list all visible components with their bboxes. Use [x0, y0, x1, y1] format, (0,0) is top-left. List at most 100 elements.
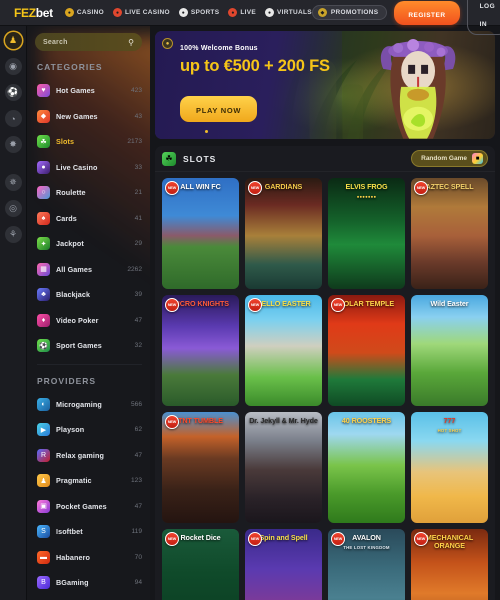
sidebar-item-label: Relax gaming [56, 450, 104, 460]
sidebar-item-blackjack[interactable]: ♣ Blackjack 39 [27, 282, 150, 308]
logo-fez: FEZ [14, 5, 36, 20]
nav-item-virtuals[interactable]: ● VIRTUALS [265, 8, 312, 17]
login-label: LOG IN [479, 2, 496, 28]
nav-item-label: VIRTUALS [277, 9, 312, 16]
sidebar-item-all-games[interactable]: ▦ All Games 2262 [27, 257, 150, 283]
sidebar-item-sport-games[interactable]: ⚽ Sport Games 32 [27, 333, 150, 359]
sidebar-item-count: 21 [134, 189, 142, 197]
sidebar-item-roulette[interactable]: ○ Roulette 21 [27, 180, 150, 206]
game-thumbnail [328, 412, 405, 524]
categories-list: ♥ Hot Games 423 ◆ New Games 43 ☘ Slots 2173 ● Live… [27, 78, 150, 359]
tournaments-rail-icon[interactable]: ✵ [4, 174, 22, 191]
nav-item-label: LIVE CASINO [124, 9, 170, 16]
sidebar-item-new-games[interactable]: ◆ New Games 43 [27, 104, 150, 130]
game-subtitle: ●●●●●●● [356, 194, 377, 199]
nav-item-label: SPORTS [190, 9, 220, 16]
sidebar-item-playson[interactable]: ▶ Playson 62 [27, 417, 150, 443]
new-badge: NEW [248, 298, 262, 313]
login-button[interactable]: LOG IN [466, 0, 500, 35]
play-now-button[interactable]: PLAY NOW [180, 96, 258, 122]
game-tile-aztec-spell[interactable]: NEW AZTEC SPELL [411, 178, 488, 290]
bgaming-icon: B [37, 576, 50, 590]
sports-rail-icon[interactable]: ⚽ [4, 84, 22, 101]
random-game-button[interactable]: Random Game ■ [411, 150, 488, 167]
game-tile-dr-jekyll-mr-hyde[interactable]: Dr. Jekyll & Mr. Hyde [245, 412, 322, 524]
jackpot-icon: ✦ [37, 237, 50, 251]
game-tile-avalon-lost-kingdom[interactable]: NEW AVALON THE LOST KINGDOM [328, 529, 405, 600]
promo-banner[interactable]: ● 100% Welcome Bonus up to €500 + 200 FS… [155, 31, 495, 139]
random-game-label: Random Game [421, 155, 467, 162]
casino-chip-icon: ● [64, 8, 74, 17]
new-games-icon: ◆ [37, 109, 50, 123]
sidebar-item-cards[interactable]: ♠ Cards 41 [27, 206, 150, 232]
nav-item-live-casino[interactable]: ● LIVE CASINO [112, 8, 170, 17]
live-dot-icon: ● [228, 8, 238, 17]
game-tile-all-win-fc[interactable]: NEW ALL WIN FC [162, 178, 239, 290]
support-rail-icon[interactable]: ⚘ [4, 226, 22, 243]
game-tile-hello-easter[interactable]: NEW HELLO EASTER [245, 295, 322, 407]
banner-text: 100% Welcome Bonus up to €500 + 200 FS [180, 45, 330, 76]
sidebar-item-slots[interactable]: ☘ Slots 2173 [27, 129, 150, 155]
search-input[interactable]: Search ⚲ [35, 33, 142, 51]
sidebar-item-pocket-games[interactable]: ▣ Pocket Games 47 [27, 494, 150, 520]
header-actions: ◆ PROMOTIONS REGISTER LOG IN [311, 0, 500, 35]
hot-games-icon: ♥ [37, 84, 50, 98]
game-tile-40-roosters[interactable]: 40 ROOSTERS [328, 412, 405, 524]
sidebar-item-habanero[interactable]: ▬ Habanero 70 [27, 545, 150, 571]
new-badge: NEW [165, 298, 179, 313]
sidebar-item-isoftbet[interactable]: S Isoftbet 119 [27, 519, 150, 545]
sidebar-item-pragmatic[interactable]: ♟ Pragmatic 123 [27, 468, 150, 494]
icon-rail: ♟ ◉ ⚽ ◔ ✸ ✵ ◎ ⚘ [0, 26, 27, 600]
nav-item-live[interactable]: ● LIVE [228, 8, 256, 17]
register-button[interactable]: REGISTER [394, 0, 460, 25]
providers-list: ◐ Microgaming 566 ▶ Playson 62 R Relax gaming 47… [27, 392, 150, 596]
nav-item-casino[interactable]: ● CASINO [64, 8, 104, 17]
sidebar-item-label: Jackpot [56, 239, 84, 249]
sidebar-item-count: 33 [134, 163, 142, 171]
game-tile-rocket-dice[interactable]: NEW Rocket Dice [162, 529, 239, 600]
sidebar-item-count: 423 [130, 87, 142, 95]
sidebar-item-hot-games[interactable]: ♥ Hot Games 423 [27, 78, 150, 104]
sidebar-item-jackpot[interactable]: ✦ Jackpot 29 [27, 231, 150, 257]
sidebar-item-label: Hot Games [56, 86, 95, 96]
sidebar-item-count: 566 [130, 400, 142, 408]
game-tile-solar-temple[interactable]: NEW SOLAR TEMPLE [328, 295, 405, 407]
sidebar-item-count: 2173 [127, 138, 142, 146]
sidebar-item-video-poker[interactable]: ♦ Video Poker 47 [27, 308, 150, 334]
game-tile-gardians[interactable]: NEW GARDIANS [245, 178, 322, 290]
sidebar-item-live-casino[interactable]: ● Live Casino 33 [27, 155, 150, 181]
site-logo[interactable]: FEZbet [14, 6, 53, 20]
game-tile-mechanical-orange[interactable]: NEW MECHANICAL ORANGE [411, 529, 488, 600]
virtuals-rail-icon[interactable]: ✸ [4, 136, 22, 153]
live-casino-rail-icon[interactable]: ◉ [4, 58, 22, 75]
sidebar-item-count: 47 [134, 451, 142, 459]
game-tile-elvis-frog[interactable]: ELVIS FROG ●●●●●●● [328, 178, 405, 290]
sidebar-item-count: 41 [134, 214, 142, 222]
promotions-button[interactable]: ◆ PROMOTIONS [311, 5, 388, 20]
game-tile-micro-knights[interactable]: NEW MICRO KNIGHTS [162, 295, 239, 407]
sidebar-item-label: Pocket Games [56, 501, 107, 511]
sidebar-item-microgaming[interactable]: ◐ Microgaming 566 [27, 392, 150, 418]
game-tile-wild-easter[interactable]: Wild Easter [411, 295, 488, 407]
game-title: 777 [443, 416, 456, 426]
all-games-icon: ▦ [37, 262, 50, 276]
casino-rail-icon[interactable]: ♟ [4, 32, 22, 49]
nav-item-sports[interactable]: ● SPORTS [178, 8, 220, 17]
game-tile-tnt-tumble[interactable]: NEW TNT TUMBLE [162, 412, 239, 524]
bonuses-rail-icon[interactable]: ◎ [4, 200, 22, 217]
sidebar-item-label: Blackjack [56, 290, 91, 300]
sidebar-item-count: 29 [134, 240, 142, 248]
sidebar-item-label: Habanero [56, 552, 90, 562]
nav-item-label: LIVE [240, 9, 256, 16]
game-tile-777-hot-shot[interactable]: 777 HOT SHOT [411, 412, 488, 524]
sidebar-item-label: Live Casino [56, 162, 98, 172]
live-casino-icon: ● [37, 160, 50, 174]
sidebar-item-label: New Games [56, 111, 98, 121]
game-tile-spin-and-spell[interactable]: NEW Spin and Spell [245, 529, 322, 600]
new-badge: NEW [331, 298, 345, 313]
sidebar-item-bgaming[interactable]: B BGaming 94 [27, 570, 150, 596]
gift-coin-icon: ◆ [317, 8, 327, 17]
sidebar-item-relax-gaming[interactable]: R Relax gaming 47 [27, 443, 150, 469]
banner-carousel-dots[interactable] [205, 130, 208, 133]
live-rail-icon[interactable]: ◔ [4, 110, 22, 127]
